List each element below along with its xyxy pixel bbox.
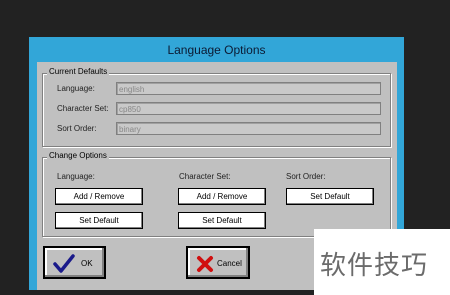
cancel-label: Cancel [217, 259, 242, 268]
charset-add-remove-button[interactable]: Add / Remove [178, 188, 266, 205]
watermark-text: 软件技巧 [320, 251, 429, 281]
sort-order-field: binary [116, 122, 381, 135]
language-label: Language: [57, 84, 95, 93]
ok-button[interactable]: OK [43, 246, 106, 279]
red-x-icon [197, 256, 213, 272]
current-defaults-label: Current Defaults [47, 67, 110, 76]
ok-label: OK [81, 259, 93, 268]
sort-set-default-button[interactable]: Set Default [286, 188, 374, 205]
language-set-default-button[interactable]: Set Default [55, 212, 143, 229]
change-language-label: Language: [57, 172, 95, 181]
change-charset-label: Character Set: [179, 172, 231, 181]
checkmark-icon [53, 254, 75, 273]
charset-field: cp850 [116, 102, 381, 115]
charset-set-default-button[interactable]: Set Default [178, 212, 266, 229]
language-add-remove-button[interactable]: Add / Remove [55, 188, 143, 205]
change-options-label: Change Options [47, 151, 109, 160]
language-field: english [116, 82, 381, 95]
cancel-button[interactable]: Cancel [186, 246, 250, 279]
change-options-group: Change Options Language: Character Set: … [42, 151, 391, 237]
dialog-title: Language Options [167, 43, 266, 57]
change-sort-label: Sort Order: [286, 172, 326, 181]
current-defaults-group: Current Defaults Language: english Chara… [42, 67, 391, 147]
charset-label: Character Set: [57, 104, 109, 113]
sort-order-label: Sort Order: [57, 124, 97, 133]
watermark: 软件技巧 [314, 229, 450, 295]
